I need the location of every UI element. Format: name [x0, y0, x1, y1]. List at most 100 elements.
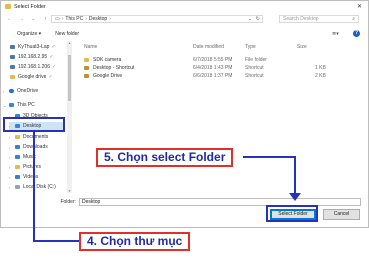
- folder-input[interactable]: Desktop: [79, 198, 361, 206]
- collapse-chevron-icon[interactable]: ⌄: [3, 103, 7, 108]
- desktop-highlight-box: [3, 117, 65, 132]
- expand-chevron-icon[interactable]: ›: [9, 165, 13, 170]
- nav-item-label: Documents: [23, 134, 49, 140]
- nav-item-label: 192.168.1.206: [18, 64, 50, 70]
- window-title: Select Folder: [14, 3, 46, 10]
- up-arrow-icon[interactable]: ↑: [42, 16, 49, 22]
- nav-item-this-pc[interactable]: ⌄ This PC: [3, 101, 35, 109]
- nav-item-label: KyThuat3-Lap: [18, 44, 50, 50]
- folder-label: Folder:: [60, 199, 76, 205]
- breadcrumb-separator: ›: [85, 16, 87, 22]
- nav-item-192-168-2-95[interactable]: 192.168.2.95 ✓: [10, 53, 53, 61]
- pc-icon: ▭: [55, 16, 60, 22]
- refresh-icon[interactable]: ↻: [256, 16, 260, 22]
- nav-item-music[interactable]: › Music: [9, 153, 36, 161]
- breadcrumb-separator: ›: [61, 16, 64, 22]
- column-header-date[interactable]: Date modified: [193, 44, 224, 51]
- column-header-type[interactable]: Type: [245, 44, 256, 51]
- address-row: ← → ⌄ ↑ ▭ › This PC › Desktop › ⌄ ↻ Sear…: [1, 14, 368, 24]
- toolbar: Organize ▾ New folder ≣▾ ?: [1, 29, 368, 38]
- table-row[interactable]: SDK camera 6/7/2018 5:55 PM File folder: [75, 56, 365, 64]
- table-row[interactable]: Google Drive 6/6/2018 1:37 PM Shortcut 2…: [75, 72, 365, 80]
- pin-icon: ✓: [49, 54, 54, 60]
- nav-item-label: OneDrive: [17, 88, 39, 94]
- step5-callout: 5. Chọn select Folder: [96, 148, 234, 167]
- arrow-line-step4: [33, 240, 79, 242]
- file-list: Name Date modified Type Size SDK camera …: [75, 41, 365, 191]
- breadcrumb-separator: ›: [109, 16, 111, 22]
- file-type: Shortcut: [245, 73, 264, 79]
- breadcrumb-this-pc[interactable]: This PC: [65, 16, 83, 22]
- expand-chevron-icon[interactable]: ›: [9, 175, 13, 180]
- folder-app-icon: [5, 4, 11, 9]
- shortcut-icon: [84, 66, 89, 70]
- folder-icon: [10, 75, 15, 79]
- music-icon: [15, 155, 20, 159]
- scroll-down-icon[interactable]: ▼: [67, 189, 72, 193]
- new-folder-button[interactable]: New folder: [55, 31, 79, 37]
- title-bar: Select Folder ✕: [1, 1, 368, 12]
- file-size: 2 KB: [315, 73, 326, 79]
- pin-icon: ✓: [51, 44, 56, 50]
- file-size: 1 KB: [315, 65, 326, 71]
- search-box[interactable]: Search Desktop ⌕: [279, 15, 359, 23]
- search-placeholder: Search Desktop: [283, 16, 319, 22]
- expand-chevron-icon[interactable]: ›: [9, 135, 13, 140]
- address-dropdown-icon[interactable]: ⌄: [248, 16, 252, 22]
- arrow-line-step5: [243, 156, 296, 158]
- nav-item-label: Downloads: [23, 144, 48, 150]
- nav-item-pictures[interactable]: › Pictures: [9, 163, 41, 171]
- expand-chevron-icon[interactable]: ›: [9, 185, 13, 190]
- file-date: 6/6/2018 1:37 PM: [193, 73, 233, 79]
- step4-callout: 4. Chọn thư mục: [79, 232, 191, 251]
- scroll-thumb[interactable]: [68, 55, 71, 101]
- nav-item-label: This PC: [17, 102, 35, 108]
- nav-pane-scrollbar[interactable]: ▲ ▼: [67, 41, 72, 193]
- nav-item-label: Videos: [23, 174, 39, 180]
- nav-item-downloads[interactable]: › Downloads: [9, 143, 48, 151]
- recent-dropdown-icon[interactable]: ⌄: [30, 16, 37, 22]
- file-name: Desktop - Shortcut: [93, 65, 135, 71]
- nav-item-label: 192.168.2.95: [18, 54, 48, 60]
- expand-chevron-icon[interactable]: ›: [3, 89, 7, 94]
- nav-item-label: Google drive: [18, 74, 47, 80]
- help-icon[interactable]: ?: [353, 30, 360, 37]
- file-type: Shortcut: [245, 65, 264, 71]
- table-row[interactable]: Desktop - Shortcut 6/4/2018 1:43 PM Shor…: [75, 64, 365, 72]
- column-header-size[interactable]: Size: [297, 44, 307, 51]
- view-options-icon[interactable]: ≣▾: [332, 31, 339, 37]
- select-button-highlight-box: [266, 205, 318, 222]
- arrow-line-step5: [294, 156, 296, 194]
- column-header-name[interactable]: Name: [84, 44, 97, 51]
- cancel-button[interactable]: Cancel: [323, 209, 360, 220]
- nav-item-onedrive[interactable]: › OneDrive: [3, 87, 38, 95]
- shortcut-icon: [84, 74, 89, 78]
- back-arrow-icon[interactable]: ←: [6, 16, 13, 22]
- disk-icon: [15, 185, 20, 189]
- nav-item-documents[interactable]: › Documents: [9, 133, 48, 141]
- file-name: SDK camera: [93, 57, 122, 63]
- file-name: Google Drive: [93, 73, 123, 79]
- pictures-icon: [15, 165, 20, 169]
- computer-icon: [9, 103, 14, 107]
- file-date: 6/7/2018 5:55 PM: [193, 57, 233, 63]
- select-folder-dialog: Select Folder ✕ ← → ⌄ ↑ ▭ › This PC › De…: [0, 0, 369, 228]
- nav-item-google-drive[interactable]: Google drive ✓: [10, 73, 53, 81]
- breadcrumb-desktop[interactable]: Desktop: [89, 16, 107, 22]
- nav-item-192-168-1-206[interactable]: 192.168.1.206 ✓: [10, 63, 56, 71]
- scroll-up-icon[interactable]: ▲: [67, 41, 72, 45]
- nav-item-label: Local Disk (C:): [23, 184, 56, 190]
- network-icon: [10, 45, 15, 49]
- file-type: File folder: [245, 57, 267, 63]
- forward-arrow-icon[interactable]: →: [18, 16, 25, 22]
- network-icon: [10, 55, 15, 59]
- video-icon: [15, 175, 20, 179]
- folder-icon: [84, 58, 89, 62]
- nav-item-kythuat3-lap[interactable]: KyThuat3-Lap ✓: [10, 43, 56, 51]
- organize-button[interactable]: Organize ▾: [17, 31, 41, 37]
- expand-chevron-icon[interactable]: ›: [9, 155, 13, 160]
- close-icon[interactable]: ✕: [357, 3, 362, 10]
- network-icon: [10, 65, 15, 69]
- expand-chevron-icon[interactable]: ›: [9, 145, 13, 150]
- address-bar[interactable]: ▭ › This PC › Desktop › ⌄ ↻: [51, 15, 263, 23]
